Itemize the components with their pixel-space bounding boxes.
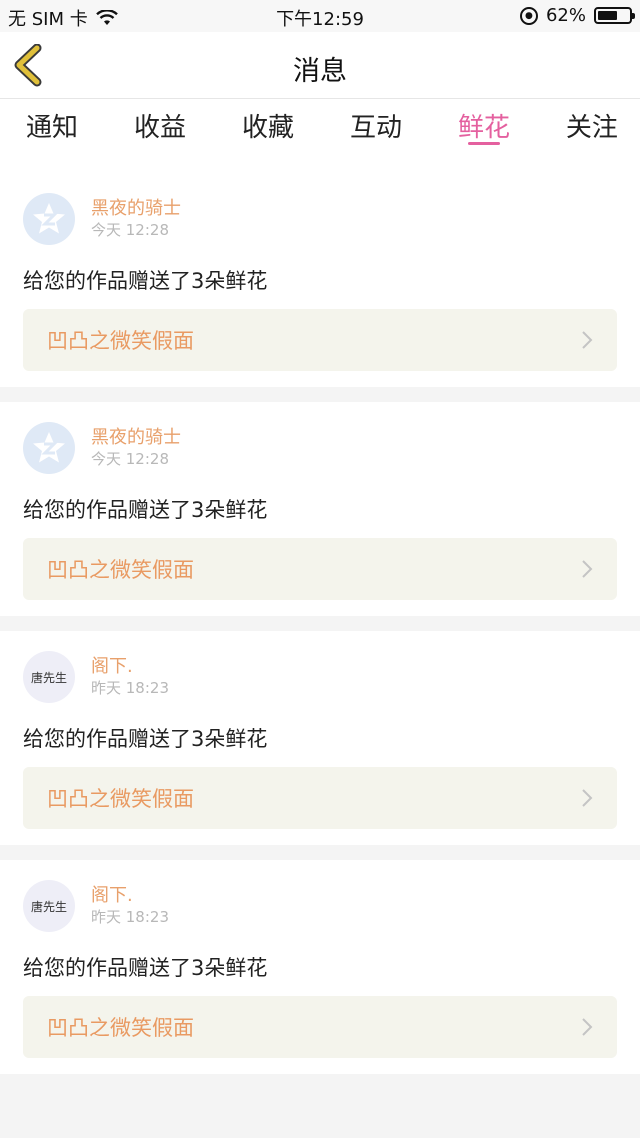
message-text: 给您的作品赠送了3朵鲜花 [23,727,268,751]
battery-icon [594,7,635,24]
user-name[interactable]: 黑夜的骑士 [91,427,181,449]
tab-interactions[interactable]: 互动 [350,99,402,151]
avatar[interactable] [23,193,75,245]
message-meta: 黑夜的骑士 今天 12:28 [91,198,181,240]
message-card: 唐先生 阁下. 昨天 18:23 给您的作品赠送了3朵鲜花 凹凸之微笑假面 [0,860,640,1074]
avatar[interactable]: 唐先生 [23,880,75,932]
battery-percent: 62% [545,5,586,26]
work-link[interactable]: 凹凸之微笑假面 [23,767,617,829]
tab-label: 收益 [133,113,186,143]
message-header: 黑夜的骑士 今天 12:28 [23,193,617,245]
battery-fill [598,11,617,20]
message-card: 唐先生 阁下. 昨天 18:23 给您的作品赠送了3朵鲜花 凹凸之微笑假面 [0,631,640,845]
status-bar: 无 SIM 卡 下午12:59 ● 62% [0,0,640,32]
tab-following[interactable]: 关注 [566,99,618,151]
tab-label: 收藏 [241,113,294,143]
message-text: 给您的作品赠送了3朵鲜花 [23,269,268,293]
qzone-avatar-icon [33,432,65,463]
work-title: 凹凸之微笑假面 [47,329,194,353]
message-meta: 阁下. 昨天 18:23 [91,885,169,927]
user-name[interactable]: 阁下. [91,656,169,678]
tab-label: 关注 [565,113,618,143]
message-meta: 阁下. 昨天 18:23 [91,656,169,698]
message-header: 唐先生 阁下. 昨天 18:23 [23,880,617,932]
avatar-text: 唐先生 [30,899,67,914]
tab-flowers[interactable]: 鲜花 [458,99,510,151]
message-list: 黑夜的骑士 今天 12:28 给您的作品赠送了3朵鲜花 凹凸之微笑假面 黑夜的骑… [0,173,640,1074]
message-text: 给您的作品赠送了3朵鲜花 [23,956,268,980]
avatar-text: 唐先生 [30,670,67,685]
message-time: 昨天 18:23 [91,908,169,926]
status-right: ● 62% [519,5,635,26]
active-tab-indicator [467,142,500,145]
chevron-right-icon [582,560,593,578]
avatar[interactable] [23,422,75,474]
message-card: 黑夜的骑士 今天 12:28 给您的作品赠送了3朵鲜花 凹凸之微笑假面 [0,402,640,616]
work-link[interactable]: 凹凸之微笑假面 [23,538,617,600]
qzone-avatar-icon [33,203,65,234]
message-card: 黑夜的骑士 今天 12:28 给您的作品赠送了3朵鲜花 凹凸之微笑假面 [0,173,640,387]
tab-spacer [0,151,640,173]
tab-label: 鲜花 [457,113,510,143]
message-time: 今天 12:28 [91,221,169,239]
chevron-right-icon [582,331,593,349]
message-time: 昨天 18:23 [91,679,169,697]
chevron-right-icon [582,789,593,807]
work-link[interactable]: 凹凸之微笑假面 [23,309,617,371]
user-name[interactable]: 黑夜的骑士 [91,198,181,220]
tab-label: 通知 [26,113,79,143]
user-name[interactable]: 阁下. [91,885,169,907]
page-title: 消息 [293,56,347,87]
work-link[interactable]: 凹凸之微笑假面 [23,996,617,1058]
message-time: 今天 12:28 [91,450,169,468]
message-header: 唐先生 阁下. 昨天 18:23 [23,651,617,703]
tab-notifications[interactable]: 通知 [26,99,78,151]
message-meta: 黑夜的骑士 今天 12:28 [91,427,181,469]
work-title: 凹凸之微笑假面 [47,787,194,811]
tab-label: 互动 [349,113,402,143]
chevron-right-icon [582,1018,593,1036]
tab-favorites[interactable]: 收藏 [242,99,294,151]
tab-bar: 通知 收益 收藏 互动 鲜花 关注 [0,99,640,151]
message-text: 给您的作品赠送了3朵鲜花 [23,498,268,522]
message-header: 黑夜的骑士 今天 12:28 [23,422,617,474]
rotation-lock-icon: ● [519,6,538,25]
work-title: 凹凸之微笑假面 [47,558,194,582]
nav-bar: 消息 [0,32,640,99]
tab-earnings[interactable]: 收益 [134,99,186,151]
avatar[interactable]: 唐先生 [23,651,75,703]
work-title: 凹凸之微笑假面 [47,1016,194,1040]
